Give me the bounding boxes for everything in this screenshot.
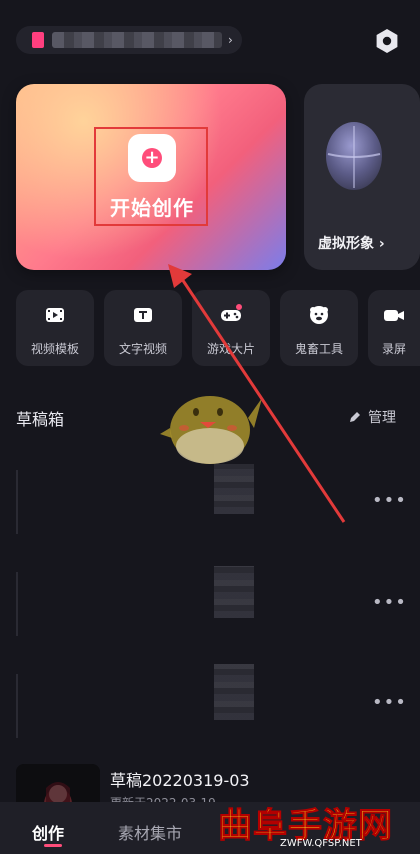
draft-more-button[interactable]: •••: [372, 692, 407, 713]
settings-gear-icon[interactable]: [372, 26, 402, 56]
watermark-url: ZWFW.QFSP.NET: [280, 838, 362, 849]
video-template-icon: [46, 308, 64, 322]
draft-title: 草稿20220319-03: [110, 771, 250, 790]
draft-thumbnail[interactable]: [16, 470, 18, 534]
tool-label: 视频模板: [30, 342, 79, 356]
annotation-arrow-icon: [168, 264, 346, 523]
account-switcher[interactable]: ›: [16, 26, 242, 54]
draft-thumbnail[interactable]: [16, 572, 18, 636]
text-video-icon: [134, 308, 152, 322]
drafts-title: 草稿箱: [16, 410, 65, 429]
draft-thumbnail[interactable]: [16, 674, 18, 738]
pencil-icon: [350, 412, 360, 422]
tool-screen-record[interactable]: 录屏: [368, 290, 420, 366]
tool-video-template[interactable]: 视频模板: [16, 290, 94, 366]
draft-title-blurred: [214, 566, 254, 618]
virtual-avatar-label: 虚拟形象 ›: [318, 236, 385, 252]
chevron-right-icon: ›: [228, 33, 233, 47]
active-tab-indicator: [44, 844, 62, 847]
nav-tab-materials[interactable]: 素材集市: [118, 820, 182, 844]
manage-button[interactable]: 管理: [348, 407, 396, 427]
account-name-blurred: [52, 32, 222, 48]
annotation-highlight-box: [94, 127, 208, 226]
manage-label: 管理: [368, 410, 396, 426]
record-screen-icon: [384, 310, 404, 321]
draft-title-blurred: [214, 464, 254, 514]
site-watermark: 曲阜手游网 ZWFW.QFSP.NET: [212, 796, 420, 854]
draft-more-button[interactable]: •••: [372, 592, 407, 613]
draft-title-blurred: [214, 664, 254, 720]
tool-label: 录屏: [381, 342, 406, 356]
nav-tab-create[interactable]: 创作: [32, 820, 64, 844]
draft-more-button[interactable]: •••: [372, 490, 407, 511]
account-flag-icon: [32, 32, 44, 48]
